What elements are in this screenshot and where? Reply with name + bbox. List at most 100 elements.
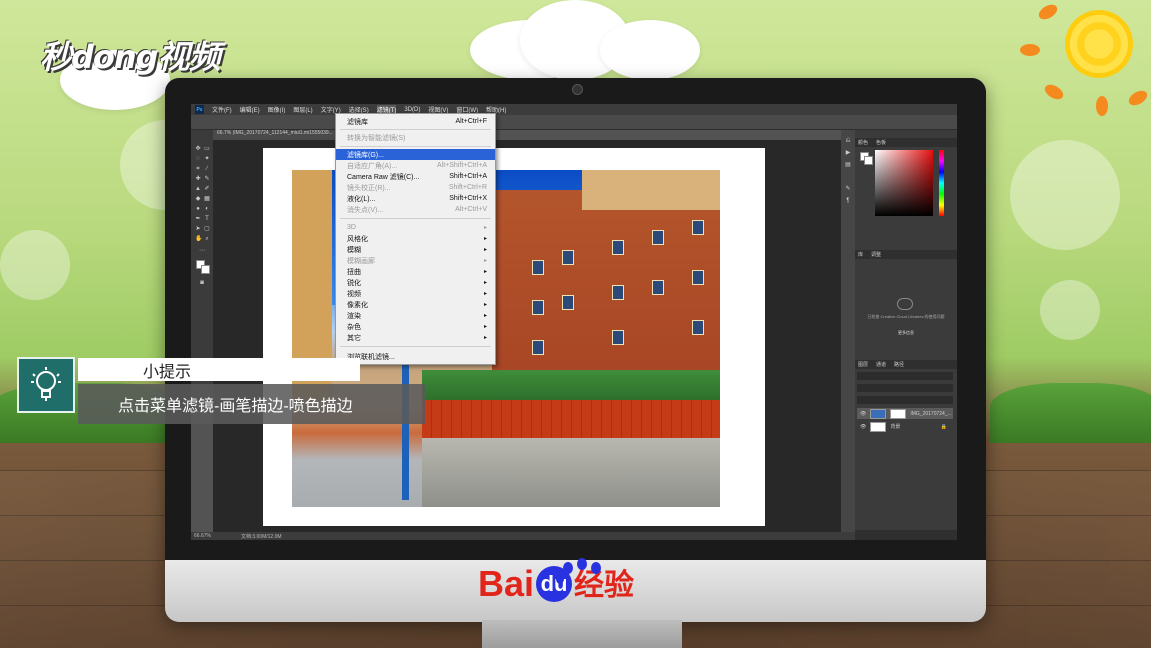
quick-mask-icon[interactable]: ◙ — [199, 280, 205, 286]
tab-color[interactable]: 颜色 — [858, 139, 868, 146]
tab-swatches[interactable]: 色板 — [876, 139, 886, 146]
layer-mask-thumbnail — [890, 408, 907, 419]
layers-panel-tabs: 图层 通道 路径 — [855, 360, 957, 369]
menu-item-camera-raw[interactable]: Camera Raw 滤镜(C)... Shift+Ctrl+A — [336, 171, 495, 182]
submenu-arrow-icon: ▸ — [483, 258, 487, 264]
hue-slider[interactable] — [939, 150, 944, 216]
doc-size: 文档:3.00M/12.0M — [240, 533, 282, 540]
menu-item-lens-correction[interactable]: 镜头校正(R)... Shift+Ctrl+R — [336, 182, 495, 193]
menu-item-other[interactable]: 其它 ▸ — [336, 332, 495, 343]
color-picker-field[interactable] — [875, 150, 933, 216]
menu-item-stylize[interactable]: 风格化 ▸ — [336, 233, 495, 244]
menu-item-filter-gallery-last[interactable]: 滤镜库 Alt+Ctrl+F — [336, 116, 495, 127]
menu-item-3d[interactable]: 3D ▸ — [336, 222, 495, 233]
menu-item-render[interactable]: 渲染 ▸ — [336, 310, 495, 321]
library-message: 已检查 Creative Cloud Libraries 的使用问题 — [867, 314, 945, 319]
menu-item-liquify[interactable]: 液化(L)... Shift+Ctrl+X — [336, 193, 495, 204]
character-panel-icon[interactable]: ¶ — [845, 198, 851, 204]
more-tools-icon[interactable]: ⋯ — [199, 248, 205, 254]
path-select-icon[interactable]: ➤ — [195, 226, 201, 232]
menu-layer[interactable]: 图层(L) — [293, 105, 312, 114]
tab-adjustments[interactable]: 调整 — [871, 251, 881, 258]
menu-item-noise[interactable]: 杂色 ▸ — [336, 321, 495, 332]
submenu-arrow-icon: ▸ — [483, 225, 487, 231]
blend-mode-bar[interactable] — [857, 384, 953, 392]
submenu-arrow-icon: ▸ — [483, 291, 487, 297]
hand-tool-icon[interactable]: ✋ — [195, 236, 202, 242]
library-more-info-link[interactable]: 更多信息 — [861, 330, 951, 336]
healing-brush-icon[interactable]: ✚ — [195, 176, 201, 182]
menu-item-adaptive-wide-angle[interactable]: 自适应广角(A)... Alt+Shift+Ctrl+A — [336, 160, 495, 171]
properties-icon[interactable]: ▤ — [845, 162, 851, 168]
stamp-tool-icon[interactable]: ▲ — [195, 186, 201, 192]
history-brush-icon[interactable]: ✐ — [204, 186, 210, 192]
menu-item-vanishing-point[interactable]: 消失点(V)... Alt+Ctrl+V — [336, 204, 495, 215]
blur-tool-icon[interactable]: ● — [195, 206, 201, 212]
menu-item-blur[interactable]: 模糊 ▸ — [336, 244, 495, 255]
marquee-tool-icon[interactable]: ▭ — [204, 146, 210, 152]
tab-layers[interactable]: 图层 — [858, 361, 868, 368]
watermark-logo: 秒dong视频 — [40, 38, 221, 76]
shape-tool-icon[interactable]: ▢ — [204, 226, 210, 232]
status-bar: 66.67% 文档:3.00M/12.0M — [191, 532, 855, 540]
menu-item-video[interactable]: 视频 ▸ — [336, 288, 495, 299]
history-panel-icon[interactable]: ⎌ — [845, 138, 851, 144]
baidu-jingyan-logo: Bai du 经验 — [478, 566, 634, 602]
brush-panel-icon[interactable]: ✎ — [845, 186, 851, 192]
submenu-arrow-icon: ▸ — [483, 280, 487, 286]
layer-row[interactable]: 👁 背景 🔒 — [857, 421, 953, 432]
move-tool-icon[interactable]: ✥ — [195, 146, 201, 152]
submenu-arrow-icon: ▸ — [483, 269, 487, 275]
menu-3d[interactable]: 3D(D) — [404, 107, 420, 113]
options-bar — [191, 115, 957, 130]
layer-actions-bar — [855, 530, 957, 540]
eraser-tool-icon[interactable]: ◆ — [195, 196, 201, 202]
eyedropper-icon[interactable]: ⁄ — [204, 166, 210, 172]
eye-icon[interactable]: 👁 — [860, 411, 866, 417]
crop-tool-icon[interactable]: ⌗ — [195, 166, 201, 172]
layer-name: IMG_20170724_... — [910, 410, 952, 417]
panel-background-swatch[interactable] — [864, 156, 873, 165]
menu-item-sharpen[interactable]: 锐化 ▸ — [336, 277, 495, 288]
menu-item-pixelate[interactable]: 像素化 ▸ — [336, 299, 495, 310]
menu-item-convert-smart-filter[interactable]: 转换为智能滤镜(S) — [336, 132, 495, 143]
menu-image[interactable]: 图像(I) — [268, 105, 286, 114]
submenu-arrow-icon: ▸ — [483, 324, 487, 330]
tab-libraries[interactable]: 库 — [858, 251, 863, 258]
layer-row[interactable]: 👁 IMG_20170724_... — [857, 408, 953, 419]
dodge-tool-icon[interactable]: ◐ — [204, 206, 210, 212]
tab-channels[interactable]: 通道 — [876, 361, 886, 368]
menu-file[interactable]: 文件(F) — [212, 105, 232, 114]
library-panel-tabs: 库 调整 — [855, 250, 957, 259]
menu-item-blur-gallery[interactable]: 模糊画廊 ▸ — [336, 255, 495, 266]
layer-filter-bar[interactable] — [857, 372, 953, 380]
brand-bai: Bai — [478, 563, 535, 604]
zoom-level[interactable]: 66.67% — [194, 533, 211, 539]
filter-dropdown-menu: 滤镜库 Alt+Ctrl+F 转换为智能滤镜(S) 滤镜库(G)... 自适应广角… — [335, 113, 496, 365]
menu-edit[interactable]: 编辑(E) — [240, 105, 260, 114]
submenu-arrow-icon: ▸ — [483, 335, 487, 341]
play-action-icon[interactable]: ▶ — [845, 150, 851, 156]
lightbulb-icon — [17, 357, 75, 413]
pen-tool-icon[interactable]: ✒ — [195, 216, 201, 222]
monitor-stand — [482, 620, 682, 648]
tab-paths[interactable]: 路径 — [894, 361, 904, 368]
magic-wand-icon[interactable]: ✦ — [204, 156, 210, 162]
opacity-bar[interactable] — [857, 396, 953, 404]
lasso-tool-icon[interactable]: ◌ — [195, 156, 201, 162]
submenu-arrow-icon: ▸ — [483, 236, 487, 242]
menu-item-filter-gallery[interactable]: 滤镜库(G)... — [336, 149, 495, 160]
gradient-tool-icon[interactable]: ▦ — [204, 196, 210, 202]
background-color-swatch[interactable] — [201, 265, 210, 274]
collapsed-panel-strip: ⎌ ▶ ▤ ✎ ¶ — [841, 130, 855, 532]
menu-item-distort[interactable]: 扭曲 ▸ — [336, 266, 495, 277]
layer-thumbnail — [870, 421, 887, 432]
tip-body: 点击菜单滤镜-画笔描边-喷色描边 — [78, 384, 425, 424]
type-tool-icon[interactable]: T — [204, 216, 210, 222]
eye-icon[interactable]: 👁 — [860, 424, 866, 430]
brand-jingyan: 经验 — [574, 568, 635, 603]
brush-tool-icon[interactable]: ✎ — [204, 176, 210, 182]
submenu-arrow-icon: ▸ — [483, 302, 487, 308]
ps-app-icon[interactable]: Ps — [195, 105, 204, 114]
zoom-tool-icon[interactable]: ⌕ — [204, 236, 210, 242]
